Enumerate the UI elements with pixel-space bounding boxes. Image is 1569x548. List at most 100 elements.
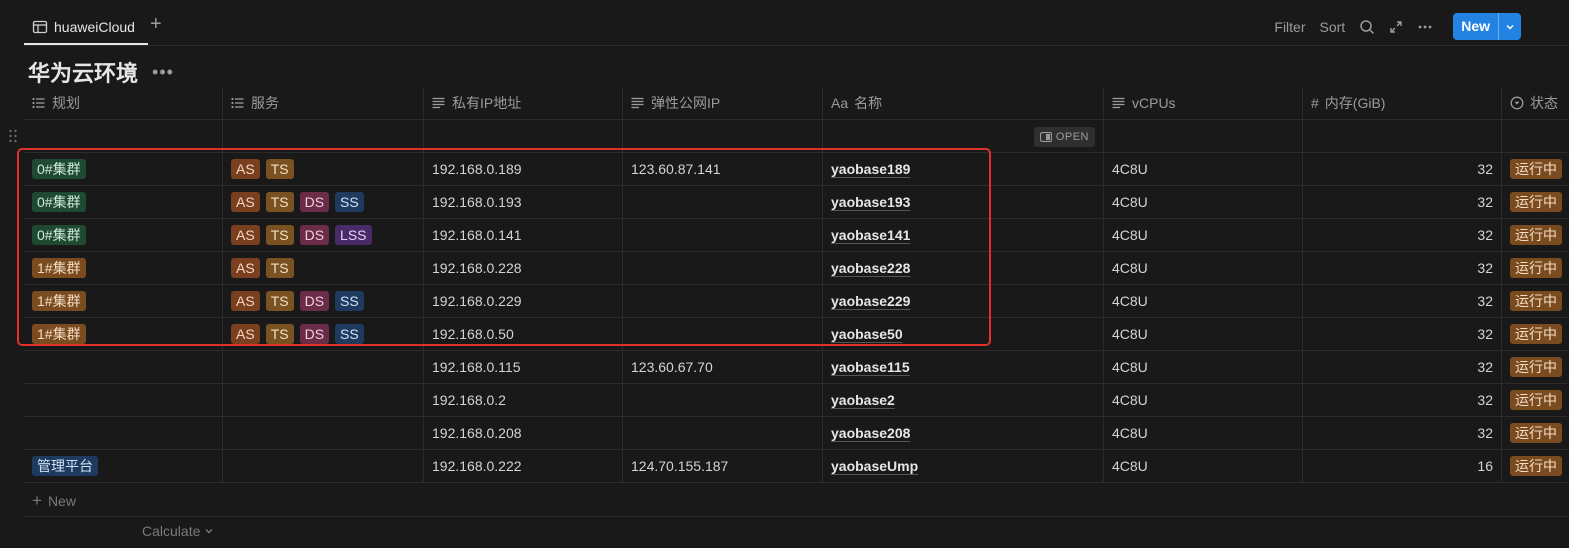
sort-button[interactable]: Sort <box>1320 19 1346 35</box>
cell-vcpus[interactable]: 4C8U <box>1104 384 1303 416</box>
column-header[interactable]: 服务 <box>223 87 424 119</box>
cell-services[interactable] <box>223 417 424 449</box>
cell-cluster[interactable] <box>24 384 223 416</box>
column-header[interactable]: 规划 <box>24 87 223 119</box>
cell-private-ip[interactable]: 192.168.0.115 <box>424 351 623 383</box>
drag-handle-icon[interactable] <box>8 128 18 144</box>
column-header[interactable]: vCPUs <box>1104 87 1303 119</box>
cell-status[interactable]: 运行中 <box>1502 186 1569 218</box>
cell-services[interactable]: AS TS DS SS <box>223 285 424 317</box>
cell-name[interactable]: yaobase2 <box>823 384 1104 416</box>
title-more-icon[interactable]: ••• <box>152 62 174 83</box>
cell-name-text[interactable]: yaobase193 <box>831 194 910 210</box>
table-row[interactable]: 管理平台 192.168.0.222 124.70.155.187 yaobaseUm… <box>24 450 1569 483</box>
cell-name-text[interactable]: yaobase189 <box>831 161 910 177</box>
cell-private-ip[interactable]: 192.168.0.222 <box>424 450 623 482</box>
cell-cluster[interactable]: 0#集群 <box>24 219 223 251</box>
cell-memory[interactable]: 32 <box>1303 186 1502 218</box>
table-row[interactable]: 1#集群 AS TS 192.168.0.228 yaobase228 4C8U 32 运行中 <box>24 252 1569 285</box>
cell-name[interactable]: yaobase229 <box>823 285 1104 317</box>
cell-services[interactable]: AS TS DS SS <box>223 318 424 350</box>
cell-vcpus[interactable]: 4C8U <box>1104 351 1303 383</box>
cell-memory[interactable]: 32 <box>1303 252 1502 284</box>
cell-services[interactable]: AS TS <box>223 153 424 185</box>
cell-name[interactable]: yaobase50 <box>823 318 1104 350</box>
cell-status[interactable]: 运行中 <box>1502 153 1569 185</box>
cell-status[interactable]: 运行中 <box>1502 285 1569 317</box>
cell-public-ip[interactable]: 124.70.155.187 <box>623 450 823 482</box>
cell-status[interactable]: 运行中 <box>1502 219 1569 251</box>
add-row-button[interactable]: + New <box>24 485 1569 517</box>
cell-vcpus[interactable]: 4C8U <box>1104 285 1303 317</box>
cell-memory[interactable]: 32 <box>1303 351 1502 383</box>
add-view-icon[interactable]: + <box>150 14 162 34</box>
new-dropdown-button[interactable] <box>1498 13 1521 40</box>
cell-public-ip[interactable] <box>623 285 823 317</box>
cell-services[interactable] <box>223 384 424 416</box>
table-cell[interactable] <box>623 120 823 152</box>
cell-status[interactable]: 运行中 <box>1502 318 1569 350</box>
cell-status[interactable]: 运行中 <box>1502 252 1569 284</box>
table-row[interactable]: 192.168.0.2 yaobase2 4C8U 32 运行中 <box>24 384 1569 417</box>
table-cell[interactable] <box>24 120 223 152</box>
cell-cluster[interactable]: 0#集群 <box>24 186 223 218</box>
table-cell[interactable] <box>1104 120 1303 152</box>
more-options-icon[interactable] <box>1417 19 1433 35</box>
table-row[interactable]: 0#集群 AS TS DS LSS 192.168.0.141 yaobase141 4C8U… <box>24 219 1569 252</box>
cell-status[interactable]: 运行中 <box>1502 417 1569 449</box>
table-row[interactable]: 1#集群 AS TS DS SS 192.168.0.229 yaobase229 4C8U 3… <box>24 285 1569 318</box>
cell-name-text[interactable]: yaobase208 <box>831 425 910 441</box>
cell-private-ip[interactable]: 192.168.0.50 <box>424 318 623 350</box>
table-row[interactable]: OPEN <box>24 120 1569 153</box>
cell-memory[interactable]: 32 <box>1303 318 1502 350</box>
table-row[interactable]: 0#集群 AS TS DS SS 192.168.0.193 yaobase193 4C8U 3… <box>24 186 1569 219</box>
column-header[interactable]: 状态 <box>1502 87 1569 119</box>
cell-memory[interactable]: 32 <box>1303 417 1502 449</box>
table-cell[interactable] <box>1303 120 1502 152</box>
cell-cluster[interactable]: 1#集群 <box>24 285 223 317</box>
expand-icon[interactable] <box>1389 20 1403 34</box>
cell-vcpus[interactable]: 4C8U <box>1104 252 1303 284</box>
cell-name[interactable]: yaobase208 <box>823 417 1104 449</box>
cell-name[interactable]: yaobase115 <box>823 351 1104 383</box>
cell-cluster[interactable]: 0#集群 <box>24 153 223 185</box>
cell-private-ip[interactable]: 192.168.0.229 <box>424 285 623 317</box>
cell-vcpus[interactable]: 4C8U <box>1104 186 1303 218</box>
cell-status[interactable]: 运行中 <box>1502 351 1569 383</box>
cell-private-ip[interactable]: 192.168.0.141 <box>424 219 623 251</box>
cell-cluster[interactable]: 1#集群 <box>24 252 223 284</box>
table-row[interactable]: 1#集群 AS TS DS SS 192.168.0.50 yaobase50 4C8U 32 运… <box>24 318 1569 351</box>
table-cell[interactable]: OPEN <box>823 120 1104 152</box>
filter-button[interactable]: Filter <box>1274 19 1305 35</box>
calculate-button[interactable]: Calculate <box>142 523 214 539</box>
cell-public-ip[interactable] <box>623 186 823 218</box>
cell-public-ip[interactable]: 123.60.67.70 <box>623 351 823 383</box>
cell-memory[interactable]: 32 <box>1303 285 1502 317</box>
cell-public-ip[interactable] <box>623 417 823 449</box>
cell-name-text[interactable]: yaobase50 <box>831 326 903 342</box>
cell-private-ip[interactable]: 192.168.0.208 <box>424 417 623 449</box>
open-button[interactable]: OPEN <box>1033 127 1095 147</box>
cell-memory[interactable]: 32 <box>1303 219 1502 251</box>
column-header[interactable]: Aa 名称 <box>823 87 1104 119</box>
tab-huaweicloud[interactable]: huaweiCloud <box>24 10 148 45</box>
new-button[interactable]: New <box>1453 13 1498 40</box>
cell-public-ip[interactable]: 123.60.87.141 <box>623 153 823 185</box>
table-cell[interactable] <box>1502 120 1569 152</box>
cell-public-ip[interactable] <box>623 318 823 350</box>
cell-private-ip[interactable]: 192.168.0.228 <box>424 252 623 284</box>
cell-memory[interactable]: 16 <box>1303 450 1502 482</box>
table-cell[interactable] <box>223 120 424 152</box>
column-header[interactable]: 私有IP地址 <box>424 87 623 119</box>
cell-name-text[interactable]: yaobase141 <box>831 227 910 243</box>
cell-name[interactable]: yaobaseUmp <box>823 450 1104 482</box>
cell-services[interactable]: AS TS DS SS <box>223 186 424 218</box>
cell-name[interactable]: yaobase193 <box>823 186 1104 218</box>
cell-vcpus[interactable]: 4C8U <box>1104 153 1303 185</box>
cell-cluster[interactable] <box>24 351 223 383</box>
cell-name[interactable]: yaobase189 <box>823 153 1104 185</box>
cell-name[interactable]: yaobase141 <box>823 219 1104 251</box>
cell-name-text[interactable]: yaobase115 <box>831 359 910 375</box>
cell-name-text[interactable]: yaobase229 <box>831 293 910 309</box>
page-title[interactable]: 华为云环境 <box>28 56 138 88</box>
